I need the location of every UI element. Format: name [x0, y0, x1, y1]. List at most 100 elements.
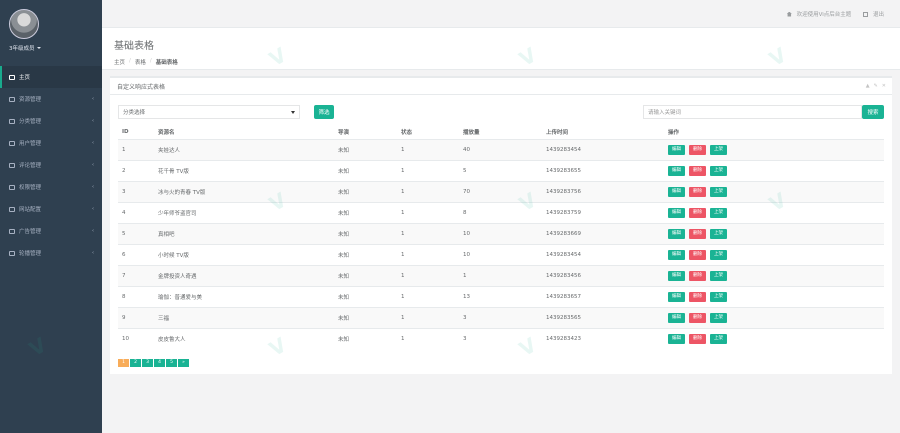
page-next[interactable]: »: [178, 359, 190, 367]
category-select[interactable]: 分类选择: [118, 105, 300, 119]
cell-actions: 编辑 删除 上架: [668, 327, 884, 349]
delete-button[interactable]: 删除: [689, 333, 706, 344]
cell-director: 未知: [338, 306, 401, 328]
header-name[interactable]: 资源名: [158, 126, 338, 140]
cell-upload-time: 1439283456: [546, 264, 668, 286]
logout-link[interactable]: 退出: [863, 10, 884, 18]
table-row: 7 金牌投资人奇遇 未知 1 1 1439283456 编辑 删除 上架: [118, 264, 884, 286]
edit-button[interactable]: 编辑: [668, 165, 685, 176]
page-number[interactable]: 1: [118, 359, 130, 367]
publish-button[interactable]: 上架: [710, 333, 727, 344]
cell-plays: 70: [463, 180, 546, 202]
delete-button[interactable]: 删除: [689, 207, 706, 218]
cell-state: 1: [401, 285, 463, 307]
table-toolbar: 分类选择 筛选 请输入关键词 搜索: [118, 105, 884, 119]
sidebar-item[interactable]: 资源管理 ‹: [0, 88, 102, 110]
publish-button[interactable]: 上架: [710, 249, 727, 260]
filter-button[interactable]: 筛选: [314, 105, 334, 119]
table-row: 9 三福 未知 1 3 1439283565 编辑 删除 上架: [118, 306, 884, 328]
breadcrumb-separator: /: [149, 58, 152, 64]
table-row: 1 夹娃达人 未知 1 40 1439283454 编辑 删除 上架: [118, 138, 884, 160]
caret-down-icon: [36, 47, 41, 49]
search-input[interactable]: 请输入关键词: [643, 105, 862, 119]
delete-button[interactable]: 删除: [689, 144, 706, 155]
username: 3年级成员: [9, 46, 35, 52]
delete-button[interactable]: 删除: [689, 186, 706, 197]
edit-button[interactable]: 编辑: [668, 186, 685, 197]
delete-button[interactable]: 删除: [689, 291, 706, 302]
publish-button[interactable]: 上架: [710, 144, 727, 155]
header-upload-time[interactable]: 上传时间: [546, 126, 668, 140]
cell-state: 1: [401, 159, 463, 181]
cell-upload-time: 1439283565: [546, 306, 668, 328]
cell-upload-time: 1439283669: [546, 222, 668, 244]
chevron-left-icon: ‹: [92, 118, 94, 124]
category-select-value: 分类选择: [123, 110, 146, 116]
cell-id: 10: [118, 327, 158, 349]
wrench-icon[interactable]: ✎: [874, 83, 878, 89]
avatar[interactable]: [9, 9, 39, 39]
publish-button[interactable]: 上架: [710, 228, 727, 239]
panel-title: 自定义响应式表格: [117, 83, 166, 91]
breadcrumb-home[interactable]: 主页: [114, 58, 125, 66]
edit-button[interactable]: 编辑: [668, 207, 685, 218]
cell-actions: 编辑 删除 上架: [668, 264, 884, 286]
delete-button[interactable]: 删除: [689, 165, 706, 176]
sidebar-item[interactable]: 分类管理 ‹: [0, 110, 102, 132]
delete-button[interactable]: 删除: [689, 228, 706, 239]
close-icon[interactable]: ✕: [882, 83, 886, 89]
edit-button[interactable]: 编辑: [668, 270, 685, 281]
resource-table: ID 资源名 导演 状态 播放量 上传时间 操作 1 夹娃达人 未知 1 40 14392…: [118, 126, 884, 349]
publish-button[interactable]: 上架: [710, 207, 727, 218]
user-menu[interactable]: 3年级成员: [9, 44, 102, 52]
cell-upload-time: 1439283756: [546, 180, 668, 202]
header-state[interactable]: 状态: [401, 126, 463, 140]
page-number[interactable]: 2: [130, 359, 142, 367]
delete-button[interactable]: 删除: [689, 249, 706, 260]
edit-button[interactable]: 编辑: [668, 228, 685, 239]
publish-button[interactable]: 上架: [710, 270, 727, 281]
cell-id: 6: [118, 243, 158, 265]
edit-button[interactable]: 编辑: [668, 249, 685, 260]
chevron-left-icon: ‹: [92, 184, 94, 190]
edit-button[interactable]: 编辑: [668, 312, 685, 323]
breadcrumb-separator: /: [129, 58, 131, 64]
page-number[interactable]: 4: [154, 359, 166, 367]
publish-button[interactable]: 上架: [710, 291, 727, 302]
sidebar-item[interactable]: 轮播管理 ‹: [0, 242, 102, 264]
table-header-row: ID 资源名 导演 状态 播放量 上传时间 操作: [118, 126, 884, 140]
sidebar-item[interactable]: 网站配置 ‹: [0, 198, 102, 220]
edit-button[interactable]: 编辑: [668, 144, 685, 155]
page-number[interactable]: 3: [142, 359, 154, 367]
cell-plays: 40: [463, 138, 546, 160]
cell-state: 1: [401, 222, 463, 244]
cell-director: 未知: [338, 285, 401, 307]
publish-button[interactable]: 上架: [710, 312, 727, 323]
delete-button[interactable]: 删除: [689, 270, 706, 281]
chevron-down-icon: [291, 111, 295, 114]
page-number[interactable]: 5: [166, 359, 178, 367]
publish-button[interactable]: 上架: [710, 186, 727, 197]
header-plays[interactable]: 播放量: [463, 126, 546, 140]
header-director[interactable]: 导演: [338, 126, 401, 140]
header-id[interactable]: ID: [118, 126, 158, 140]
pagination: 1 2 3 4 5»: [118, 359, 190, 367]
sidebar-item-label: 主页: [19, 75, 31, 81]
welcome-link[interactable]: 欢迎使用Vi点后台主题: [786, 10, 851, 18]
sidebar-item[interactable]: 权限管理 ‹: [0, 176, 102, 198]
cell-director: 未知: [338, 159, 401, 181]
sidebar-item[interactable]: 广告管理 ‹: [0, 220, 102, 242]
cell-director: 未知: [338, 327, 401, 349]
breadcrumb-tables[interactable]: 表格: [135, 58, 146, 66]
sidebar-item[interactable]: 用户管理 ‹: [0, 132, 102, 154]
search-button[interactable]: 搜索: [862, 105, 884, 119]
edit-button[interactable]: 编辑: [668, 333, 685, 344]
sidebar-item[interactable]: 主页: [0, 66, 102, 88]
edit-button[interactable]: 编辑: [668, 291, 685, 302]
chevron-left-icon: ‹: [92, 250, 94, 256]
sidebar-item[interactable]: 评论管理 ‹: [0, 154, 102, 176]
collapse-icon[interactable]: ▲: [866, 83, 870, 89]
publish-button[interactable]: 上架: [710, 165, 727, 176]
sidebar-item-label: 资源管理: [19, 97, 42, 103]
delete-button[interactable]: 删除: [689, 312, 706, 323]
